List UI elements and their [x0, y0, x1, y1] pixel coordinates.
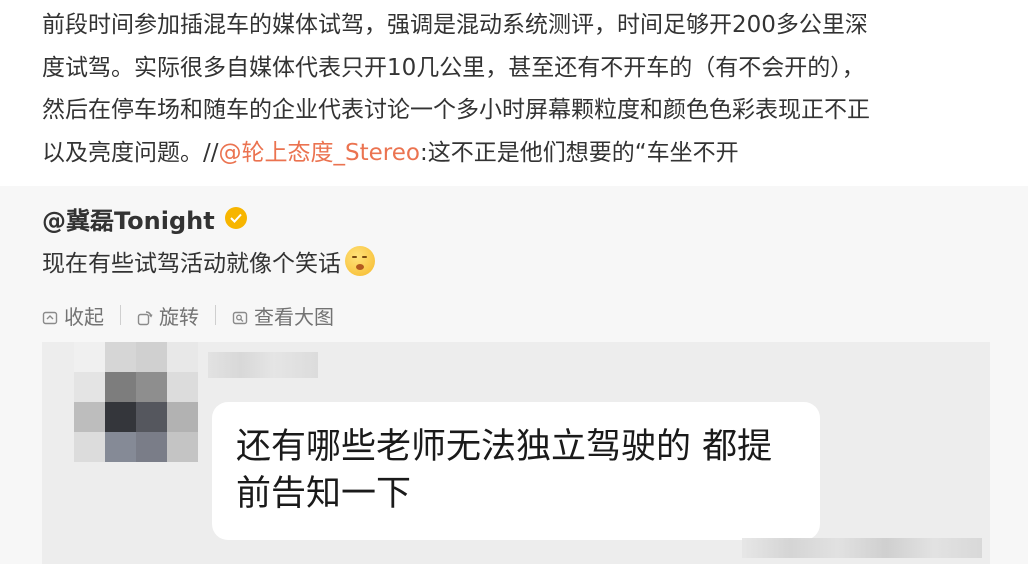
post-line-4: 以及亮度问题。//@轮上态度_Stereo:这不正是他们想要的“车坐不开 — [42, 132, 1002, 175]
post-line-4-suffix: :这不正是他们想要的“车坐不开 — [419, 139, 739, 166]
rotate-label: 旋转 — [159, 304, 199, 329]
retweet-card: @冀磊Tonight 现在有些试驾活动就像个笑话 收起 旋转 查看大图 还有哪些… — [0, 186, 1028, 564]
rotate-icon — [137, 307, 153, 326]
post-line-4-prefix: 以及亮度问题。// — [42, 139, 219, 166]
collapse-label: 收起 — [64, 304, 104, 329]
view-large-label: 查看大图 — [254, 304, 334, 329]
chat-bubble-text: 还有哪些老师无法独立驾驶的 都提前告知一下 — [236, 427, 773, 514]
post-text: 前段时间参加插混车的媒体试驾，强调是混动系统测评，时间足够开200多公里深 度试… — [42, 4, 1002, 174]
view-large-button[interactable]: 查看大图 — [232, 301, 334, 330]
retweet-body: 现在有些试驾活动就像个笑话 — [42, 244, 375, 278]
post-image[interactable]: 还有哪些老师无法独立驾驶的 都提前告知一下 — [42, 342, 990, 564]
collapse-icon — [42, 307, 58, 325]
post-line-2: 度试驾。实际很多自媒体代表只开10几公里，甚至还有不开车的（有不会开的）， — [42, 54, 865, 81]
image-actions: 收起 旋转 查看大图 — [42, 300, 334, 330]
blurred-avatar — [74, 342, 198, 462]
divider — [215, 305, 216, 325]
verified-badge-icon — [224, 207, 247, 229]
divider — [120, 305, 121, 325]
chat-bubble: 还有哪些老师无法独立驾驶的 都提前告知一下 — [212, 402, 820, 540]
view-large-icon — [232, 307, 248, 325]
rotate-button[interactable]: 旋转 — [137, 301, 199, 330]
post-line-3: 然后在停车场和随车的企业代表讨论一个多小时屏幕颗粒度和颜色色彩表现正不正 — [42, 97, 870, 123]
mention-link[interactable]: @轮上态度_Stereo — [219, 140, 420, 166]
shushing-face-emoji-icon — [345, 246, 375, 276]
post-line-1: 前段时间参加插混车的媒体试驾，强调是混动系统测评，时间足够开200多公里深 — [42, 12, 868, 38]
retweet-author-name[interactable]: @冀磊Tonight — [42, 201, 215, 236]
retweet-text: 现在有些试驾活动就像个笑话 — [42, 251, 341, 277]
blurred-username — [208, 352, 318, 378]
blurred-watermark — [742, 538, 982, 558]
retweet-author-row: @冀磊Tonight — [42, 200, 247, 236]
collapse-button[interactable]: 收起 — [42, 301, 104, 330]
